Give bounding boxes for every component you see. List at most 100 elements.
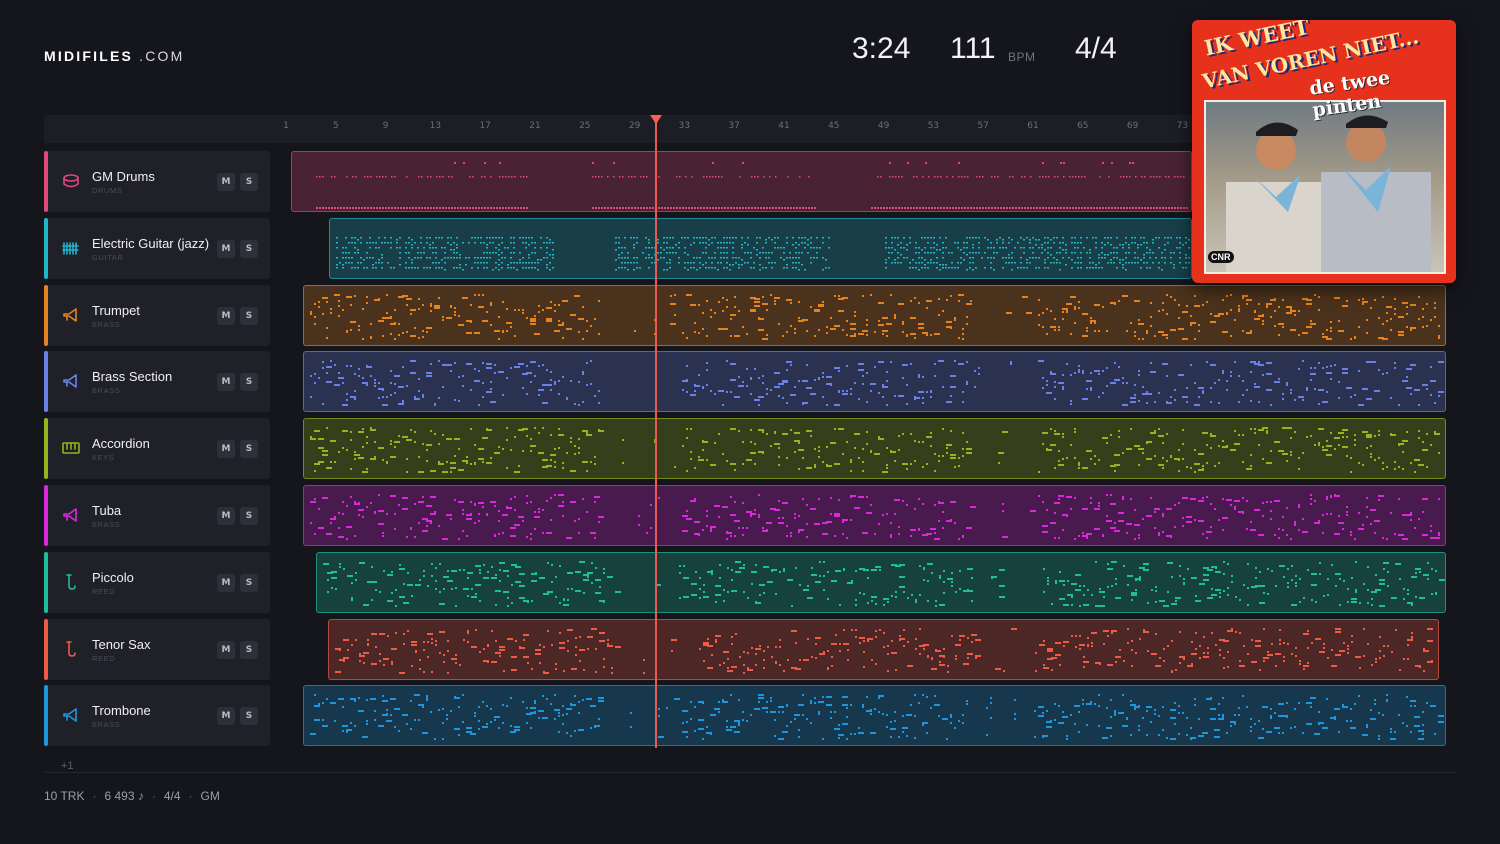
reed-icon	[62, 640, 80, 658]
footer-signature: 4/4	[163, 789, 181, 803]
track-clip[interactable]	[303, 685, 1446, 747]
track-header[interactable]: Accordion KEYS M S	[44, 418, 270, 480]
note-pattern	[310, 427, 1440, 474]
ruler-bar-label: 17	[479, 121, 491, 131]
ruler-bar-label: 53	[927, 121, 940, 131]
footer-summary: 10 TRK · 6 493 ♪ · 4/4 · GM	[44, 789, 220, 803]
track-name: Accordion	[92, 436, 150, 452]
solo-button[interactable]: S	[240, 507, 258, 525]
note-pattern	[310, 360, 1444, 407]
solo-button[interactable]: S	[240, 239, 258, 258]
mute-button[interactable]: M	[217, 573, 235, 592]
track-color-stripe	[44, 551, 48, 613]
solo-button[interactable]: S	[240, 640, 258, 659]
track-header[interactable]: Piccolo REED M S	[44, 551, 270, 613]
brand-suffix: .COM	[139, 48, 185, 64]
note-pattern	[323, 560, 1445, 607]
tempo-value: 111	[950, 32, 996, 65]
brand-logo: MIDIFILES .COM	[44, 48, 184, 64]
track-header[interactable]: Brass Section BRASS M S	[44, 351, 270, 413]
track-header[interactable]: Tenor Sax REED M S	[44, 618, 270, 680]
album-cover: IK WEET VAN VOREN NIET... de twee pinten…	[1192, 20, 1456, 283]
note-pattern	[310, 694, 1444, 741]
track-color-stripe	[44, 217, 48, 279]
mute-button[interactable]: M	[217, 507, 235, 525]
track-header[interactable]: Tuba BRASS M S	[44, 485, 270, 546]
track-clip[interactable]	[303, 351, 1446, 413]
mute-button[interactable]: M	[217, 373, 235, 392]
track-clip[interactable]	[291, 151, 1192, 212]
mute-button[interactable]: M	[217, 173, 235, 191]
solo-button[interactable]: S	[240, 173, 258, 191]
track-clip[interactable]	[303, 418, 1446, 480]
ruler-bar-label: 49	[877, 121, 890, 131]
ruler-bar-label: 69	[1126, 121, 1139, 131]
ruler-bar-label: 37	[728, 121, 740, 131]
ruler-bar-label: 65	[1077, 121, 1089, 131]
track-header[interactable]: Electric Guitar (jazz) GUITAR M S	[44, 217, 270, 279]
mute-button[interactable]: M	[217, 707, 235, 726]
ruler-bar-label: 41	[778, 121, 790, 131]
track-name: Trumpet	[92, 302, 140, 318]
track-name: Piccolo	[92, 569, 134, 585]
track-color-stripe	[44, 151, 48, 212]
keys-icon	[62, 439, 80, 457]
cover-photo	[1204, 100, 1446, 274]
solo-button[interactable]: S	[240, 440, 258, 459]
midi-standard: GM	[200, 789, 220, 803]
track-category: REED	[92, 653, 116, 663]
track-color-stripe	[44, 284, 48, 346]
track-name: Trombone	[92, 703, 151, 719]
ruler-bar-label: 45	[828, 121, 840, 131]
track-count: 10 TRK	[44, 789, 85, 803]
note-pattern	[336, 236, 1190, 271]
ruler-bar-label: 5	[332, 121, 339, 131]
track-category: REED	[92, 586, 116, 596]
more-tracks-indicator[interactable]: +1	[61, 760, 74, 772]
note-pattern	[310, 494, 1440, 540]
ruler-bar-label: 13	[429, 121, 442, 131]
track-clip[interactable]	[328, 618, 1439, 680]
track-clip[interactable]	[329, 217, 1192, 279]
note-count: 6 493 ♪	[104, 789, 144, 803]
track-category: BRASS	[92, 720, 121, 730]
track-header[interactable]: Trombone BRASS M S	[44, 685, 270, 747]
track-category: KEYS	[92, 453, 115, 463]
guitar-icon	[62, 239, 80, 257]
track-name: Tuba	[92, 503, 122, 518]
mute-button[interactable]: M	[217, 239, 235, 258]
track-color-stripe	[44, 485, 48, 546]
ruler-bar-label: 25	[579, 121, 591, 131]
track-clip[interactable]	[303, 284, 1446, 346]
record-label-logo: CNR	[1208, 251, 1234, 263]
track-color-stripe	[44, 418, 48, 480]
ruler-bar-label: 9	[382, 121, 389, 131]
horn-icon	[62, 506, 80, 524]
ruler-bar-label: 29	[628, 121, 641, 131]
solo-button[interactable]: S	[240, 373, 258, 392]
playhead[interactable]	[655, 116, 657, 748]
note-pattern	[316, 162, 1188, 209]
solo-button[interactable]: S	[240, 707, 258, 726]
solo-button[interactable]: S	[240, 573, 258, 592]
track-clip[interactable]	[303, 485, 1446, 546]
ruler-bar-label: 57	[977, 121, 989, 131]
note-pattern	[335, 627, 1433, 674]
horn-icon	[62, 372, 80, 390]
track-header[interactable]: GM Drums DRUMS M S	[44, 151, 270, 212]
mute-button[interactable]: M	[217, 306, 235, 325]
playhead-handle[interactable]	[650, 115, 662, 124]
track-name: Brass Section	[92, 369, 173, 385]
track-category: BRASS	[92, 520, 121, 529]
mute-button[interactable]: M	[217, 640, 235, 659]
solo-button[interactable]: S	[240, 306, 258, 325]
track-category: BRASS	[92, 319, 121, 329]
drum-icon	[62, 172, 80, 190]
mute-button[interactable]: M	[217, 440, 235, 459]
footer-divider	[44, 772, 1456, 773]
time-signature: 4/4	[1075, 32, 1117, 65]
track-name: GM Drums	[92, 169, 155, 184]
track-clip[interactable]	[316, 551, 1446, 613]
track-header[interactable]: Trumpet BRASS M S	[44, 284, 270, 346]
track-color-stripe	[44, 685, 48, 747]
